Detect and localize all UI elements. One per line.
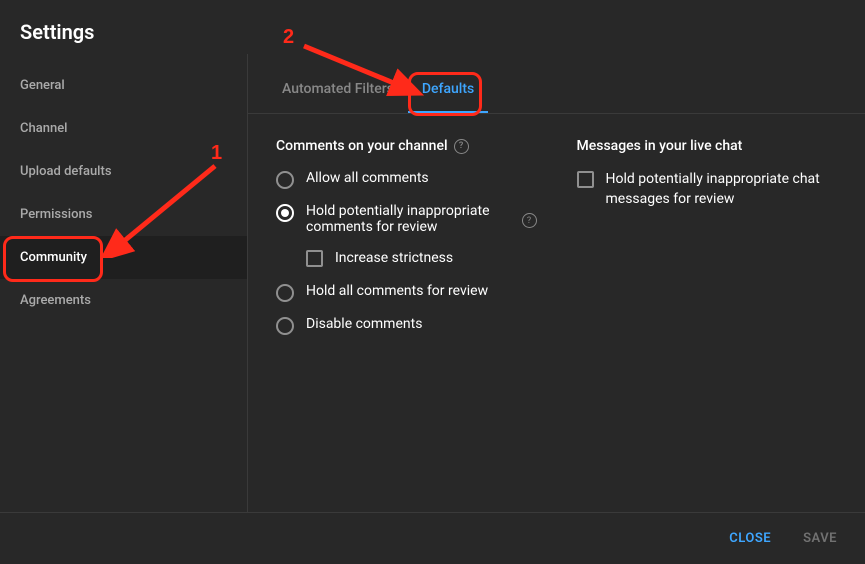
dialog-body: General Channel Upload defaults Permissi…: [0, 54, 865, 512]
settings-sidebar: General Channel Upload defaults Permissi…: [0, 54, 248, 512]
radio-input[interactable]: [276, 204, 294, 222]
livechat-column: Messages in your live chat Hold potentia…: [577, 138, 838, 488]
livechat-section-title: Messages in your live chat: [577, 138, 838, 154]
tab-automated-filters[interactable]: Automated Filters: [268, 65, 408, 113]
sidebar-item-general[interactable]: General: [0, 64, 247, 107]
help-icon[interactable]: ?: [522, 213, 537, 228]
radio-input[interactable]: [276, 284, 294, 302]
comments-column: Comments on your channel ? Allow all com…: [276, 138, 537, 488]
tab-bar: Automated Filters Defaults: [248, 54, 865, 114]
radio-label: Hold potentially inappropriate comments …: [306, 203, 514, 235]
tab-defaults[interactable]: Defaults: [408, 65, 488, 113]
radio-disable-comments[interactable]: Disable comments: [276, 316, 537, 335]
main-panel: Automated Filters Defaults Comments on y…: [248, 54, 865, 512]
sidebar-item-channel[interactable]: Channel: [0, 107, 247, 150]
comments-section-title: Comments on your channel ?: [276, 138, 537, 154]
radio-hold-inappropriate[interactable]: Hold potentially inappropriate comments …: [276, 203, 514, 235]
radio-label: Disable comments: [306, 316, 537, 332]
settings-dialog: Settings General Channel Upload defaults…: [0, 0, 865, 564]
radio-input[interactable]: [276, 317, 294, 335]
radio-hold-all[interactable]: Hold all comments for review: [276, 283, 537, 302]
checkbox-increase-strictness[interactable]: Increase strictness: [306, 249, 537, 269]
radio-input[interactable]: [276, 171, 294, 189]
checkbox-input[interactable]: [577, 171, 594, 188]
checkbox-hold-chat-messages[interactable]: Hold potentially inappropriate chat mess…: [577, 170, 838, 209]
radio-allow-all[interactable]: Allow all comments: [276, 170, 537, 189]
sidebar-item-community[interactable]: Community: [0, 236, 247, 279]
radio-label: Allow all comments: [306, 170, 537, 186]
sidebar-item-agreements[interactable]: Agreements: [0, 279, 247, 322]
comments-title-text: Comments on your channel: [276, 138, 448, 154]
tab-content: Comments on your channel ? Allow all com…: [248, 114, 865, 512]
close-button[interactable]: CLOSE: [725, 525, 775, 552]
checkbox-label: Hold potentially inappropriate chat mess…: [606, 170, 838, 209]
dialog-title: Settings: [0, 0, 865, 54]
livechat-title-text: Messages in your live chat: [577, 138, 743, 154]
help-icon[interactable]: ?: [454, 139, 469, 154]
save-button[interactable]: SAVE: [799, 525, 841, 552]
checkbox-label: Increase strictness: [335, 249, 453, 269]
dialog-footer: CLOSE SAVE: [0, 512, 865, 564]
checkbox-input[interactable]: [306, 250, 323, 267]
sidebar-item-upload-defaults[interactable]: Upload defaults: [0, 150, 247, 193]
radio-label: Hold all comments for review: [306, 283, 537, 299]
sidebar-item-permissions[interactable]: Permissions: [0, 193, 247, 236]
